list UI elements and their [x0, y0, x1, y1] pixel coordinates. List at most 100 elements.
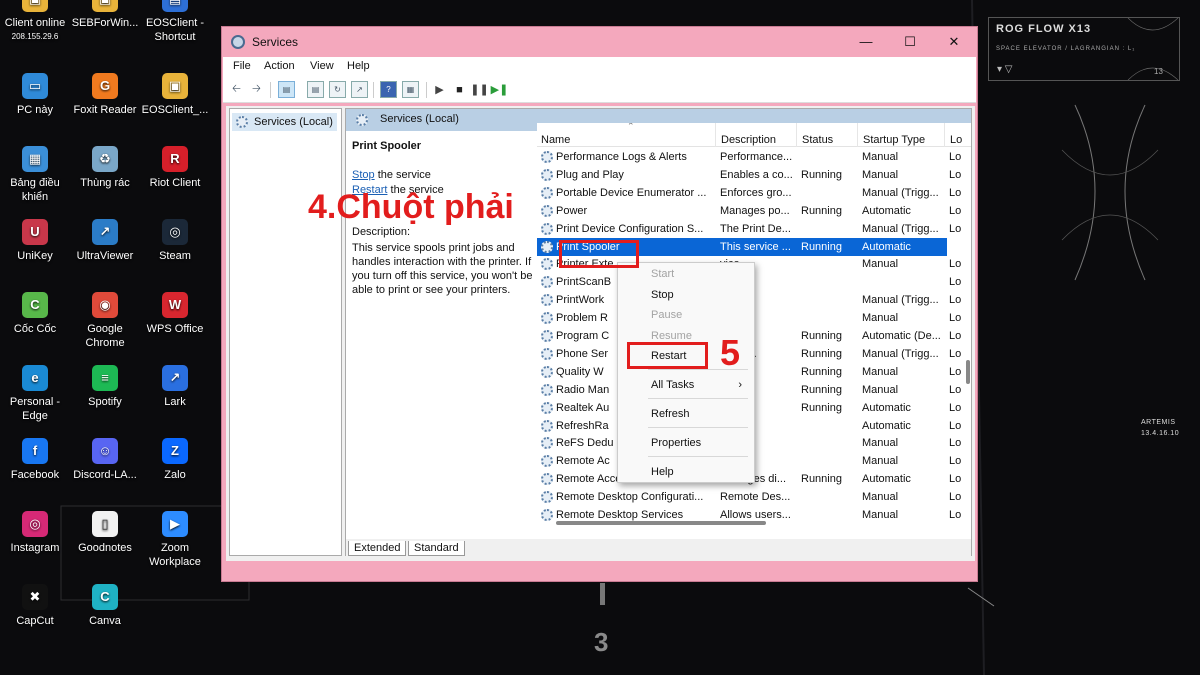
desktop-icon-th-ng-r-c[interactable]: ♻ Thùng rác [68, 146, 142, 190]
cell-name: Portable Device Enumerator ... [556, 186, 707, 199]
desktop-icon-c-c-c-c[interactable]: C Cốc Cốc [0, 292, 72, 336]
menu-item-pause[interactable]: Pause [618, 305, 754, 325]
desktop-icon-goodnotes[interactable]: ▯ Goodnotes [68, 511, 142, 555]
column-status[interactable]: Status [796, 123, 857, 147]
desktop-icon-wps-office[interactable]: W WPS Office [138, 292, 212, 336]
toolbar-separator [426, 82, 427, 98]
console-tree-icon[interactable]: ▤ [278, 81, 295, 98]
cell-status: Running [801, 240, 842, 253]
desktop-icon-sebforwin[interactable]: ▣ SEBForWin... [68, 0, 142, 30]
desktop-icon-steam[interactable]: ◎ Steam [138, 219, 212, 263]
all-tasks-label: All Tasks [651, 379, 695, 391]
app-icon: C [92, 584, 118, 610]
pause-icon[interactable]: ❚❚ [470, 81, 488, 98]
menu-item-properties[interactable]: Properties [618, 433, 754, 453]
menu-file[interactable]: File [233, 60, 251, 72]
title-bar[interactable]: Services — ☐ ✕ [222, 27, 977, 57]
table-row[interactable]: Remote Desktop Configurati... Remote Des.… [537, 488, 961, 506]
properties-icon[interactable]: ▤ [307, 81, 324, 98]
app-icon: ↗ [92, 219, 118, 245]
table-row[interactable]: Portable Device Enumerator ... Enforces g… [537, 184, 961, 202]
app-icon: ◎ [162, 219, 188, 245]
table-row[interactable]: Performance Logs & Alerts Performance... M… [537, 148, 961, 166]
desktop-icon-lark[interactable]: ↗ Lark [138, 365, 212, 409]
column-startup-type[interactable]: Startup Type [857, 123, 944, 147]
tree-item-services-local[interactable]: Services (Local) [232, 113, 337, 131]
desktop-icon-zalo[interactable]: Z Zalo [138, 438, 212, 482]
desktop-icon-riot-client[interactable]: R Riot Client [138, 146, 212, 190]
app-icon: ▣ [22, 0, 48, 12]
cell-startup: Manual (Trigg... [862, 222, 939, 235]
toolbar-separator [373, 82, 374, 98]
desktop-icon-ultraviewer[interactable]: ↗ UltraViewer [68, 219, 142, 263]
table-row[interactable]: Power Manages po... Running Automatic Lo [537, 202, 961, 220]
stop-service-link[interactable]: Stop [352, 169, 375, 181]
back-arrow-icon[interactable]: 🡠 [228, 81, 245, 98]
app-icon: f [22, 438, 48, 464]
step-4-annotation: 4.Chuột phải [308, 188, 514, 226]
desktop-icon-client-online[interactable]: ▣ Client online 208.155.29.6 [0, 0, 72, 44]
cell-status: Running [801, 383, 842, 396]
menu-view[interactable]: View [310, 60, 334, 72]
desktop-icon-facebook[interactable]: f Facebook [0, 438, 72, 482]
desktop-icon-google[interactable]: ◉ Google Chrome [68, 292, 142, 350]
desktop-icon-personal[interactable]: e Personal - Edge [0, 365, 72, 423]
cell-logon: Lo [949, 240, 962, 253]
maximize-button[interactable]: ☐ [888, 31, 932, 53]
forward-arrow-icon[interactable]: 🡢 [248, 81, 265, 98]
menu-action[interactable]: Action [264, 60, 295, 72]
cell-logon: Lo [949, 312, 962, 325]
menu-item-all-tasks[interactable]: All Tasks › [618, 375, 754, 395]
cell-description: Manages po... [720, 204, 790, 217]
desktop-icon-instagram[interactable]: ◎ Instagram [0, 511, 72, 555]
cell-name: Performance Logs & Alerts [556, 151, 687, 163]
app-icon: ☺ [92, 438, 118, 464]
desktop-icon-spotify[interactable]: ≡ Spotify [68, 365, 142, 409]
desktop-icon-canva[interactable]: C Canva [68, 584, 142, 628]
cell-startup: Automatic [862, 419, 911, 432]
help-icon[interactable]: ? [380, 81, 397, 98]
close-button[interactable]: ✕ [932, 31, 976, 53]
menu-separator [648, 427, 748, 428]
menu-item-stop[interactable]: Stop [618, 285, 754, 305]
icon-label: Lark [164, 396, 186, 408]
console-tree: Services (Local) [229, 108, 342, 556]
view-icon[interactable]: ▦ [402, 81, 419, 98]
menu-item-help[interactable]: Help [618, 462, 754, 482]
view-tabs: Extended Standard [346, 539, 971, 557]
desktop-icon-capcut[interactable]: ✖ CapCut [0, 584, 72, 628]
table-row[interactable]: Print Device Configuration S... The Print… [537, 220, 961, 238]
cell-startup: Manual [862, 168, 899, 181]
play-icon[interactable]: ▶ [431, 81, 448, 98]
vertical-scrollbar-thumb[interactable] [966, 360, 970, 384]
desktop-icon-zoom[interactable]: ▶ Zoom Workplace [138, 511, 212, 569]
menu-item-refresh[interactable]: Refresh [618, 404, 754, 424]
gear-icon [541, 258, 553, 271]
cell-description: This service ... [720, 240, 791, 253]
desktop-icon-foxit-reader[interactable]: G Foxit Reader [68, 73, 142, 117]
desktop-icon-eosclient[interactable]: ▤ EOSClient - Shortcut [138, 0, 212, 44]
stop-icon[interactable]: ■ [451, 81, 468, 98]
export-icon[interactable]: ↗ [351, 81, 368, 98]
desktop-icon-eosclient[interactable]: ▣ EOSClient_... [138, 73, 212, 117]
window-title: Services [252, 35, 299, 49]
cell-startup: Manual [862, 258, 899, 271]
desktop-icon-unikey[interactable]: U UniKey [0, 219, 72, 263]
column-name[interactable]: Name [537, 123, 705, 147]
table-row[interactable]: Plug and Play Enables a co... Running Manua… [537, 166, 961, 184]
horizontal-scrollbar-thumb[interactable] [556, 521, 766, 525]
desktop-icon-b-ng-i-u[interactable]: ▦ Bảng điều khiển [0, 146, 72, 204]
cell-description: Enforces gro... [720, 186, 792, 199]
tab-extended[interactable]: Extended [348, 541, 407, 556]
app-icon: ▣ [92, 0, 118, 12]
column-description[interactable]: Description [715, 123, 796, 147]
menu-help[interactable]: Help [347, 60, 370, 72]
desktop-icon-pc-n-y[interactable]: ▭ PC này [0, 73, 72, 117]
desktop-icon-discord-la[interactable]: ☺ Discord-LA... [68, 438, 142, 482]
restart-icon[interactable]: ▶❚ [491, 81, 509, 98]
minimize-button[interactable]: — [844, 31, 888, 53]
cell-startup: Manual (Trigg... [862, 294, 939, 307]
column-log-on-as[interactable]: Lo [944, 123, 971, 147]
tab-standard[interactable]: Standard [408, 541, 465, 556]
refresh-icon[interactable]: ↻ [329, 81, 346, 98]
